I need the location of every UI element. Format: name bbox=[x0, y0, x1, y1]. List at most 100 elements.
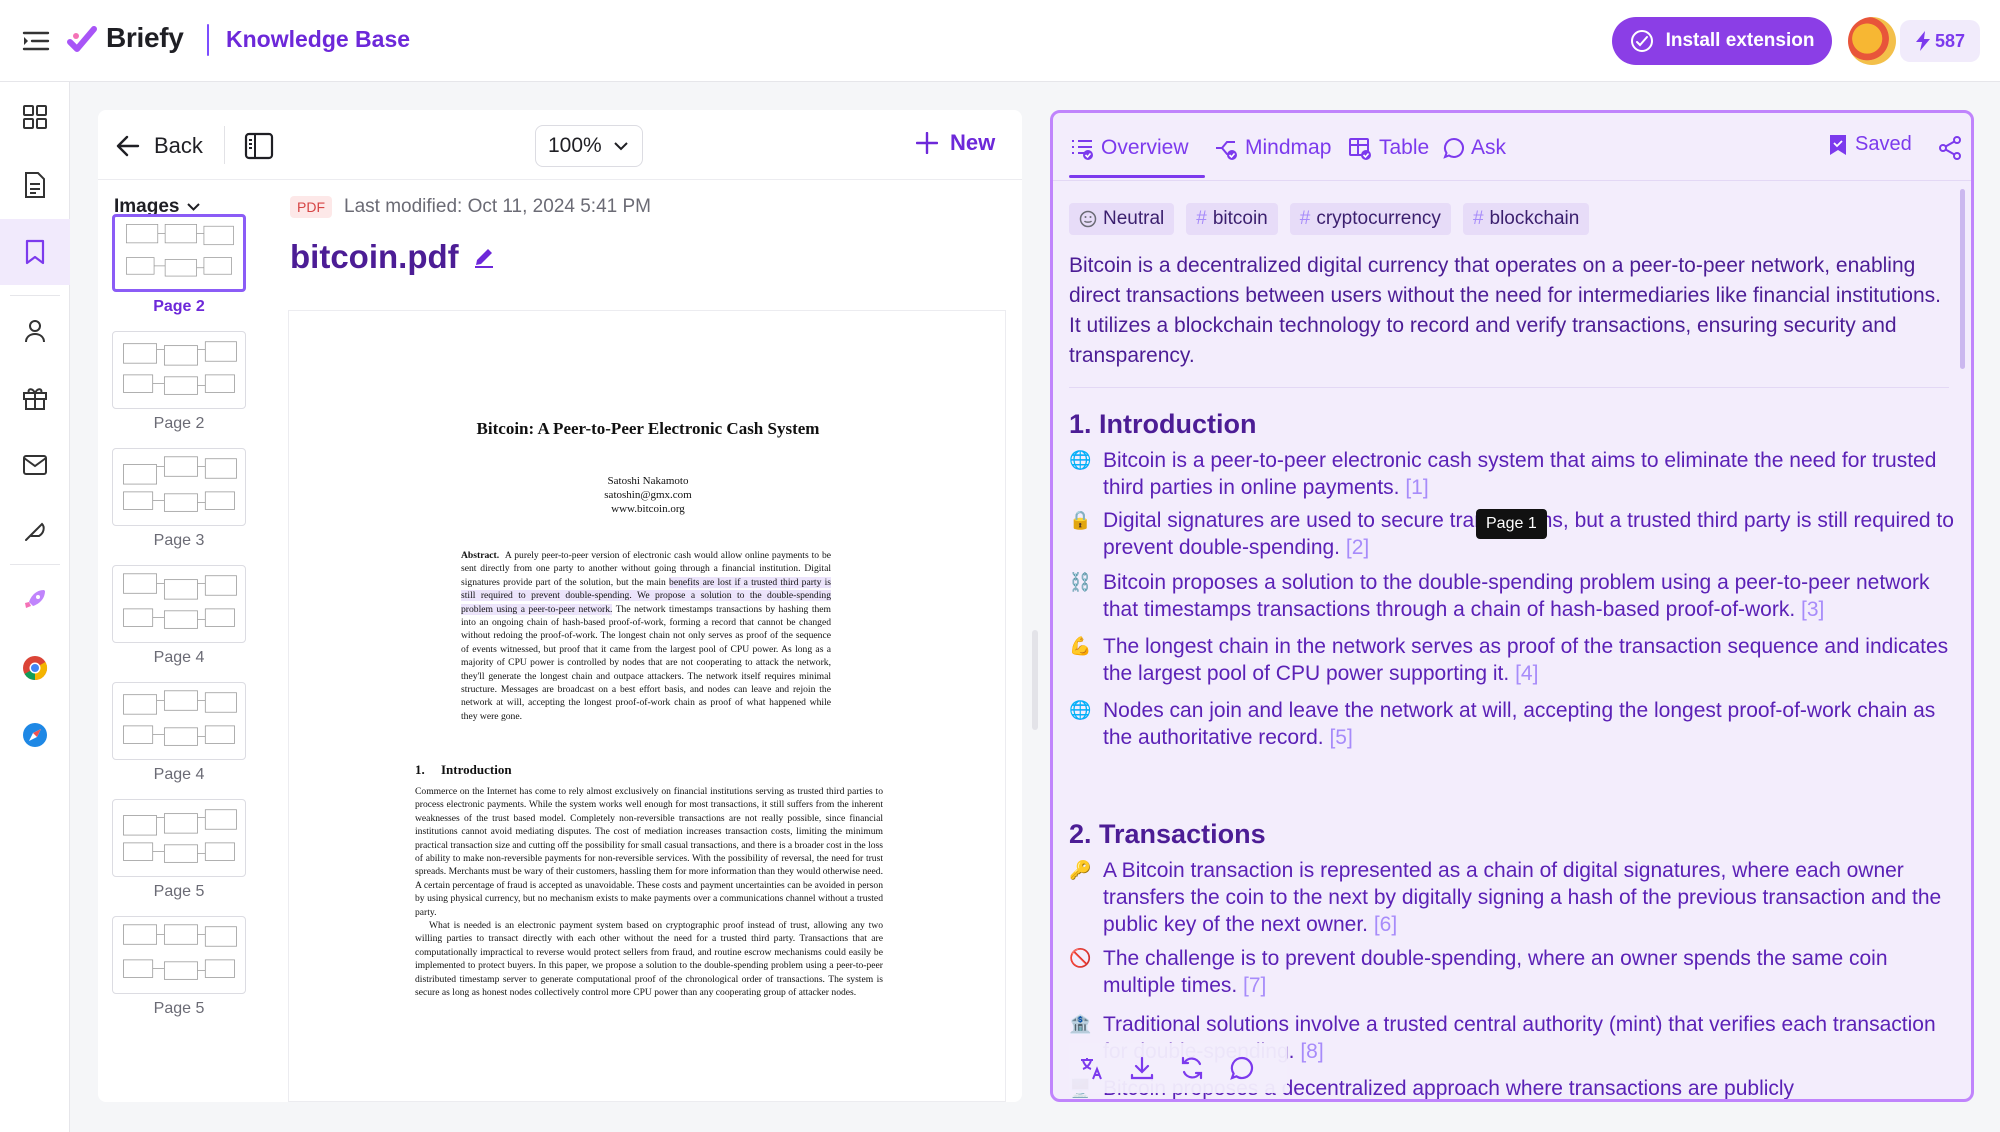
avatar[interactable] bbox=[1848, 17, 1896, 65]
sidebar-item-safari[interactable] bbox=[14, 714, 56, 756]
overview-divider bbox=[1069, 387, 1949, 388]
tab-overview[interactable]: Overview bbox=[1069, 133, 1189, 163]
bullet-text: Bitcoin proposes a solution to the doubl… bbox=[1103, 569, 1959, 623]
install-extension-label: Install extension bbox=[1665, 30, 1815, 51]
page-thumbnail[interactable] bbox=[112, 331, 246, 409]
page-thumbnail-label: Page 4 bbox=[153, 649, 205, 666]
document-scrollbar[interactable] bbox=[1032, 630, 1038, 730]
tag-label: blockchain bbox=[1489, 208, 1580, 229]
credits-count: 587 bbox=[1934, 30, 1966, 51]
page-section-title: Knowledge Base bbox=[226, 26, 411, 52]
sidebar-item-bookmarks[interactable] bbox=[0, 219, 70, 285]
bookmark-filled-icon bbox=[1830, 134, 1846, 155]
translate-button[interactable] bbox=[1077, 1053, 1107, 1083]
source-reference-link[interactable]: [8] bbox=[1300, 1040, 1323, 1063]
summary-tabs: Overview Mindmap Table Ask Saved bbox=[1053, 113, 1971, 181]
tag-bitcoin[interactable]: # bitcoin bbox=[1186, 203, 1278, 235]
sidebar-divider bbox=[10, 295, 60, 296]
bullet-emoji-icon: 🌐 bbox=[1069, 450, 1092, 470]
source-reference-link[interactable]: [2] bbox=[1346, 536, 1369, 559]
chat-button[interactable] bbox=[1227, 1053, 1257, 1083]
tag-label: cryptocurrency bbox=[1316, 208, 1441, 229]
regenerate-button[interactable] bbox=[1177, 1053, 1207, 1083]
sidebar-item-documents[interactable] bbox=[14, 164, 56, 206]
file-name: bitcoin.pdf bbox=[290, 238, 459, 275]
back-button[interactable]: Back bbox=[116, 130, 203, 162]
source-reference-link[interactable]: [4] bbox=[1515, 662, 1538, 685]
hash-symbol: # bbox=[1472, 208, 1484, 229]
active-tab-indicator bbox=[1069, 175, 1205, 178]
bullet-emoji-icon: 🌐 bbox=[1069, 700, 1092, 720]
tab-mindmap[interactable]: Mindmap bbox=[1213, 133, 1331, 163]
page-thumbnail-label: Page 4 bbox=[153, 766, 205, 783]
edit-icon[interactable] bbox=[473, 246, 495, 268]
file-title: bitcoin.pdf bbox=[290, 238, 495, 276]
document-meta: PDF Last modified: Oct 11, 2024 5:41 PM bbox=[290, 196, 651, 218]
page-thumbnail[interactable] bbox=[112, 916, 246, 994]
summary-bullet: 🌐 Bitcoin is a peer-to-peer electronic ca… bbox=[1069, 447, 1959, 501]
chevron-down-icon bbox=[614, 141, 628, 150]
tab-table[interactable]: Table bbox=[1347, 133, 1429, 163]
credits-badge[interactable]: 587 bbox=[1900, 20, 1980, 62]
summary-bullet: 🌐 Nodes can join and leave the network at… bbox=[1069, 697, 1959, 751]
saved-label: Saved bbox=[1855, 133, 1912, 155]
section-heading: 2. Transactions bbox=[1069, 819, 1266, 849]
page-thumbnail[interactable] bbox=[112, 565, 246, 643]
back-label: Back bbox=[154, 133, 203, 158]
tag-cryptocurrency[interactable]: # cryptocurrency bbox=[1289, 203, 1451, 235]
action-bar bbox=[1069, 1043, 1287, 1093]
page-thumbnail-label: Page 5 bbox=[153, 883, 205, 900]
sidebar-item-mail[interactable] bbox=[14, 444, 56, 486]
paper-paragraph: Commerce on the Internet has come to rel… bbox=[415, 786, 883, 918]
sidebar-item-feedback[interactable] bbox=[14, 510, 56, 552]
summary-scrollbar[interactable] bbox=[1960, 189, 1965, 369]
page-thumbnail[interactable] bbox=[112, 448, 246, 526]
chevron-down-icon bbox=[187, 203, 201, 211]
sidebar-item-rewards[interactable] bbox=[14, 377, 56, 419]
tag-neutral[interactable]: Neutral bbox=[1069, 203, 1175, 235]
lightning-icon bbox=[1915, 31, 1930, 51]
tab-overview-label: Overview bbox=[1101, 136, 1189, 159]
zoom-select[interactable]: 100% bbox=[535, 125, 643, 167]
chat-bubble-icon bbox=[1443, 137, 1464, 159]
bullet-emoji-icon: 🚫 bbox=[1069, 948, 1092, 968]
page-thumbnail[interactable] bbox=[112, 799, 246, 877]
page-thumbnail[interactable] bbox=[112, 214, 246, 292]
install-extension-button[interactable]: Install extension bbox=[1612, 17, 1832, 65]
sidebar-item-profile[interactable] bbox=[14, 310, 56, 352]
new-label: New bbox=[950, 130, 996, 155]
hash-symbol: # bbox=[1196, 208, 1207, 229]
brand-name[interactable]: Briefy bbox=[106, 22, 184, 54]
sidebar-item-chrome[interactable] bbox=[14, 647, 56, 689]
page-tooltip: Page 1 bbox=[1476, 509, 1547, 539]
saved-button[interactable]: Saved bbox=[1829, 133, 1912, 156]
share-icon[interactable] bbox=[1937, 135, 1963, 161]
new-button[interactable]: New bbox=[916, 130, 995, 156]
bullet-sentence: Nodes can join and leave the network at … bbox=[1103, 699, 1936, 749]
source-reference-link[interactable]: [5] bbox=[1329, 726, 1352, 749]
source-reference-link[interactable]: [7] bbox=[1243, 974, 1266, 997]
tag-blockchain[interactable]: # blockchain bbox=[1462, 203, 1590, 235]
bullet-text: Nodes can join and leave the network at … bbox=[1103, 697, 1959, 751]
sidebar-toggle-icon[interactable] bbox=[22, 28, 50, 54]
mindmap-icon bbox=[1216, 141, 1237, 160]
sidebar-item-upgrade[interactable] bbox=[14, 579, 56, 621]
download-button[interactable] bbox=[1127, 1053, 1157, 1083]
panel-toggle-icon[interactable] bbox=[244, 132, 274, 160]
source-reference-link[interactable]: [3] bbox=[1801, 598, 1824, 621]
chrome-icon bbox=[23, 656, 48, 680]
feather-icon bbox=[25, 522, 45, 541]
file-type-badge: PDF bbox=[290, 196, 332, 218]
source-reference-link[interactable]: [1] bbox=[1405, 476, 1428, 499]
safari-icon bbox=[23, 723, 47, 747]
paper-email: satoshin@gmx.com bbox=[604, 489, 692, 501]
tab-mindmap-label: Mindmap bbox=[1245, 136, 1332, 159]
thumbnail-preview bbox=[123, 924, 237, 980]
summary-panel: Overview Mindmap Table Ask Saved Neutral… bbox=[1050, 110, 1974, 1102]
plus-icon bbox=[916, 132, 938, 154]
sidebar-item-dashboard[interactable] bbox=[14, 96, 56, 138]
page-thumbnail[interactable] bbox=[112, 682, 246, 760]
thumbnail-preview bbox=[123, 341, 237, 395]
tab-ask[interactable]: Ask bbox=[1443, 133, 1506, 163]
source-reference-link[interactable]: [6] bbox=[1374, 913, 1397, 936]
